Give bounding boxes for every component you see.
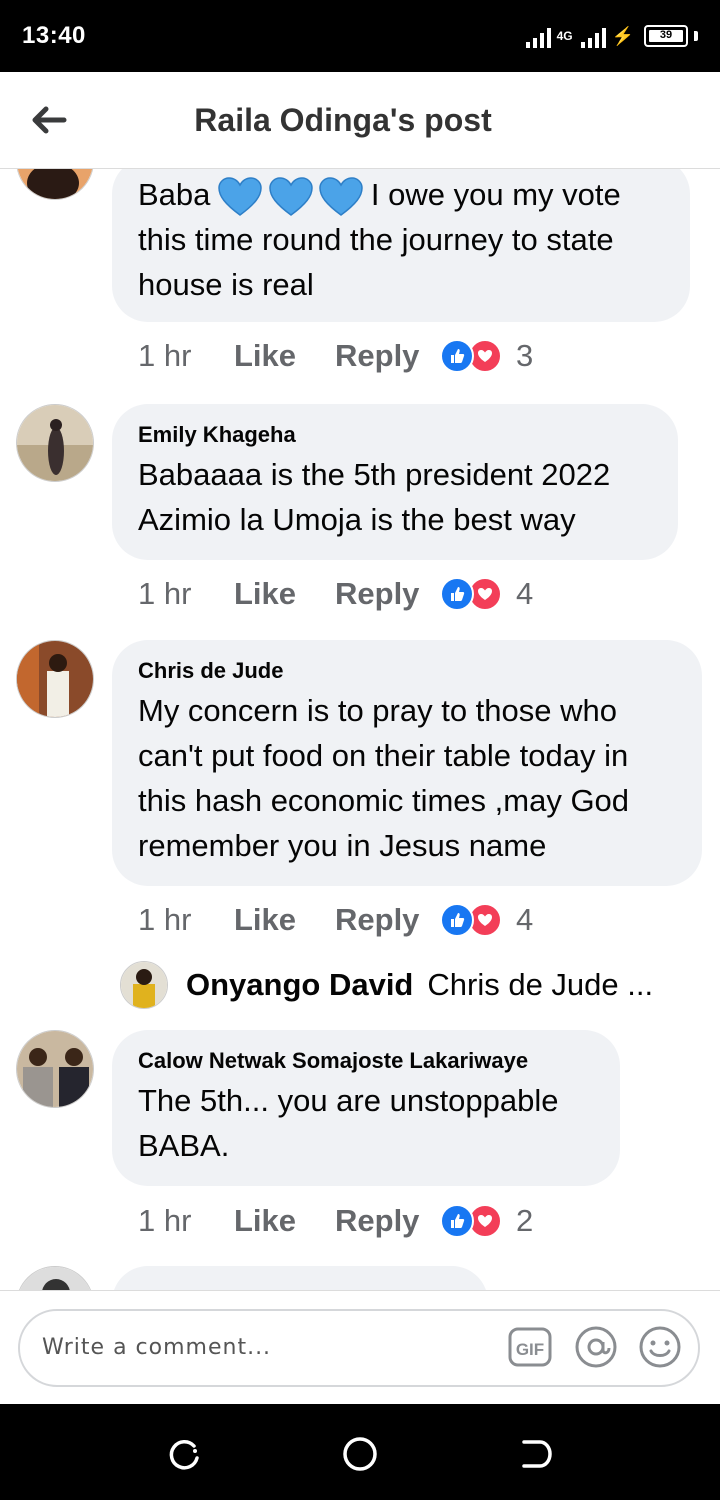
battery-icon: 39 <box>644 25 688 47</box>
reply-button[interactable]: Reply <box>335 338 440 374</box>
blue-heart-icons <box>218 177 371 216</box>
comment-line: Babaaaa is the 5th president 2022 <box>138 457 611 492</box>
page-title: Raila Odinga's post <box>194 102 492 138</box>
comment-text-prefix: Baba <box>138 177 211 212</box>
network-type: 4G <box>556 29 573 43</box>
blue-heart-icon <box>268 177 313 216</box>
comment-time: 1 hr <box>138 902 192 937</box>
comment-time: 1 hr <box>138 338 192 373</box>
reply-snippet: Chris de Jude ... <box>427 967 654 1002</box>
comment-actions: 1 hr Like Reply 4 <box>138 900 533 940</box>
reaction-count: 3 <box>516 338 534 373</box>
signal-icon-2 <box>580 24 606 48</box>
like-button[interactable]: Like <box>234 576 335 612</box>
mention-icon[interactable] <box>574 1325 618 1369</box>
comment-author[interactable]: Emily Khageha <box>138 422 652 448</box>
gif-label: GIF <box>516 1340 544 1359</box>
reply-button[interactable]: Reply <box>335 902 440 938</box>
charging-icon: ⚡ <box>611 25 634 46</box>
back-nav-icon[interactable] <box>516 1434 556 1474</box>
comments-feed[interactable]: Baba I owe you my vote this time round t… <box>0 168 720 1290</box>
comment-line: can't put food on their table today in <box>138 738 629 773</box>
thumbs-up-icon <box>440 577 474 611</box>
comment-bubble[interactable]: Calow Netwak Somajoste Lakariwaye The 5t… <box>112 1030 620 1186</box>
thumbs-up-icon <box>440 1204 474 1238</box>
thumbs-up-icon <box>440 903 474 937</box>
comment-bubble[interactable]: Baba I owe you my vote this time round t… <box>112 168 690 322</box>
reply-avatar <box>120 961 168 1009</box>
comment-text: My concern is to pray to those who can't… <box>138 688 676 868</box>
reaction-count: 2 <box>516 1203 534 1238</box>
reply-preview[interactable]: Onyango David Chris de Jude ... <box>120 960 653 1010</box>
comment-text: The 5th... you are unstoppable BABA. <box>138 1078 594 1168</box>
comment-line: this time round the journey to state <box>138 222 614 257</box>
post-header: Raila Odinga's post <box>0 72 720 169</box>
comment-line: My concern is to pray to those who <box>138 693 618 728</box>
avatar[interactable] <box>16 1266 94 1290</box>
comment-text: Babaaaa is the 5th president 2022 Azimio… <box>138 452 652 542</box>
comment-line: I owe you my vote <box>370 177 621 212</box>
comment-line: this hash economic times ,may God <box>138 783 630 818</box>
status-icons: 4G ⚡ 39 <box>525 18 698 54</box>
comment-author[interactable]: Chris de Jude <box>138 658 676 684</box>
system-nav-bar <box>0 1404 720 1500</box>
battery-level: 39 <box>659 29 673 41</box>
reply-author: Onyango David <box>186 967 414 1002</box>
comment-line: house is real <box>138 267 314 302</box>
signal-icon <box>525 24 551 48</box>
comment-actions: 1 hr Like Reply 2 <box>138 1201 533 1241</box>
avatar[interactable] <box>16 404 94 482</box>
avatar[interactable] <box>16 640 94 718</box>
avatar[interactable] <box>16 1030 94 1108</box>
status-bar: 13:40 4G ⚡ 39 <box>0 0 720 72</box>
reaction-count: 4 <box>516 576 534 611</box>
gif-icon[interactable]: GIF <box>508 1325 552 1369</box>
reactions-summary[interactable] <box>440 339 502 373</box>
comment-line: The 5th... you are unstoppable <box>138 1083 559 1118</box>
like-button[interactable]: Like <box>234 338 335 374</box>
comment-author[interactable]: Calow Netwak Somajoste Lakariwaye <box>138 1048 594 1074</box>
comment-line: remember you in Jesus name <box>138 828 547 863</box>
reactions-summary[interactable] <box>440 903 502 937</box>
comment-actions: 1 hr Like Reply 3 <box>138 336 533 376</box>
comment-bubble[interactable]: Emily Khageha Babaaaa is the 5th preside… <box>112 404 678 560</box>
comment-actions: 1 hr Like Reply 4 <box>138 574 533 614</box>
emoji-icon[interactable] <box>638 1325 682 1369</box>
recent-apps-icon[interactable] <box>164 1434 204 1474</box>
comment-bubble[interactable] <box>112 1266 488 1290</box>
comment-input[interactable]: Write a comment... GIF <box>18 1309 700 1387</box>
thumbs-up-icon <box>440 339 474 373</box>
avatar[interactable] <box>16 168 94 200</box>
reactions-summary[interactable] <box>440 577 502 611</box>
comment-line: Azimio la Umoja is the best way <box>138 502 576 537</box>
home-icon[interactable] <box>340 1434 380 1474</box>
like-button[interactable]: Like <box>234 1203 335 1239</box>
status-time: 13:40 <box>22 22 86 49</box>
battery-tip <box>694 31 698 41</box>
comment-composer: Write a comment... GIF <box>0 1290 720 1405</box>
comment-time: 1 hr <box>138 1203 192 1238</box>
blue-heart-icon <box>218 177 262 216</box>
reply-button[interactable]: Reply <box>335 576 440 612</box>
comment-line: BABA. <box>138 1128 230 1163</box>
reply-button[interactable]: Reply <box>335 1203 440 1239</box>
comment-text: Baba I owe you my vote this time round t… <box>138 172 664 307</box>
reaction-count: 4 <box>516 902 534 937</box>
blue-heart-icon <box>319 177 364 216</box>
like-button[interactable]: Like <box>234 902 335 938</box>
reactions-summary[interactable] <box>440 1204 502 1238</box>
comment-input-placeholder: Write a comment... <box>42 1335 272 1360</box>
comment-bubble[interactable]: Chris de Jude My concern is to pray to t… <box>112 640 702 886</box>
comment-time: 1 hr <box>138 576 192 611</box>
